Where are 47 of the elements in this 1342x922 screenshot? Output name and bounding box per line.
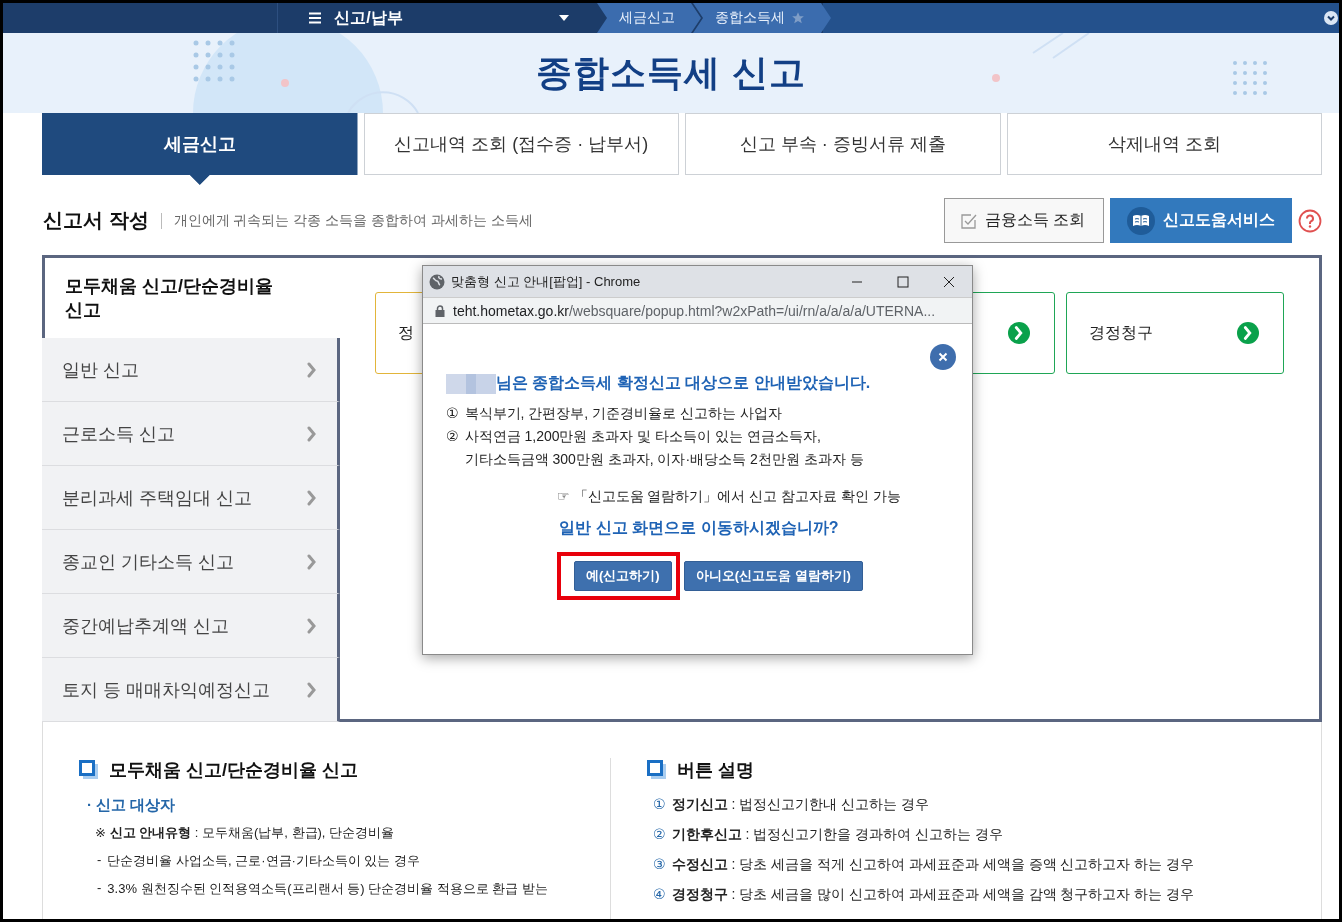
info-subheading: 신고 대상자 [96,796,176,815]
section-description: 개인에게 귀속되는 각종 소득을 종합하여 과세하는 소득세 [173,211,534,230]
info-heading: 모두채움 신고/단순경비율 신고 [109,759,358,782]
side-menu-item[interactable]: 모두채움 신고/단순경비율 신고 [42,255,340,338]
help-service-button[interactable]: 신고도움서비스 [1110,198,1292,243]
yes-button[interactable]: 예(신고하기) [574,561,672,591]
popup-question: 일반 신고 화면으로 이동하시겠습니까? [558,518,840,538]
popup-hint: 「신고도움 열람하기」에서 신고 참고자료 확인 가능 [573,488,901,506]
popup-message: 님은 종합소득세 확정신고 대상으로 안내받았습니다. [496,373,871,393]
side-menu-item[interactable]: 근로소득 신고 [42,402,340,466]
side-menu-item[interactable]: 일반 신고 [42,338,340,402]
financial-income-button[interactable]: 금융소득 조회 [944,198,1104,243]
side-menu-item[interactable]: 중간예납추계액 신고 [42,594,340,658]
tab[interactable]: 세금신고 [42,113,358,185]
info-item: 단순경비율 사업소득, 근로·연금·기타소득이 있는 경우 [107,852,421,870]
dash-mark: - [97,880,102,897]
side-menu-item[interactable]: 종교인 기타소득 신고 [42,530,340,594]
window-title: 맞춤형 신고 안내[팝업] - Chrome [451,272,642,291]
bullet-mark: · [87,796,92,815]
item-number: ③ [653,856,666,874]
no-button[interactable]: 아니오(신고도움 열람하기) [683,561,863,591]
section-title: 신고서 작성 [43,208,149,233]
tab[interactable]: 신고내역 조회 (접수증 · 납부서) [363,113,679,175]
popup-item: 사적연금 1,200만원 초과자 및 타소득이 있는 연금소득자, 기타소득금액 300만원 초과자, 이자·배당소득 2천만원 초과자 등 [464,427,864,469]
breadcrumb-item[interactable]: 세금신고 [597,3,701,33]
pointing-hand-mark: ☞ [557,488,570,506]
item-number: ② [446,427,459,446]
breadcrumb-item[interactable]: 종합소득세 [693,3,831,33]
item-number: ① [446,404,459,423]
info-heading: 버튼 설명 [677,759,754,782]
item-number: ④ [653,886,666,904]
info-item: 경정청구 : 당초 세금을 많이 신고하여 과세표준과 세액을 감액 청구하고자 하는 경우 [671,886,1195,904]
side-menu-item[interactable]: 분리과세 주택임대 신고 [42,466,340,530]
side-menu-item[interactable]: 토지 등 매매차익예정신고 [42,658,340,722]
info-item: 3.3% 원천징수된 인적용역소득(프리랜서 등) 단순경비율 적용으로 환급 받는 [107,880,548,898]
info-item: 수정신고 : 당초 세금을 적게 신고하여 과세표준과 세액을 증액 신고하고자 하는 경우 [671,856,1195,874]
dash-mark: - [97,852,102,869]
page-title: 종합소득세 신고 [536,50,806,95]
info-item: 기한후신고 : 법정신고기한을 경과하여 신고하는 경우 [671,826,1003,844]
tab[interactable]: 삭제내역 조회 [1006,113,1322,175]
item-number: ② [653,826,666,844]
item-number: ① [653,796,666,814]
popup-item: 복식부기, 간편장부, 기준경비율로 신고하는 사업자 [464,404,782,423]
filing-card[interactable]: 경정청구 [1066,292,1284,374]
tab[interactable]: 신고 부속 · 증빙서류 제출 [685,113,1001,175]
info-note: ※ 신고 안내유형 : 모두채움(납부, 환급), 단순경비율 [95,824,396,842]
info-item: 정기신고 : 법정신고기한내 신고하는 경우 [671,796,929,814]
